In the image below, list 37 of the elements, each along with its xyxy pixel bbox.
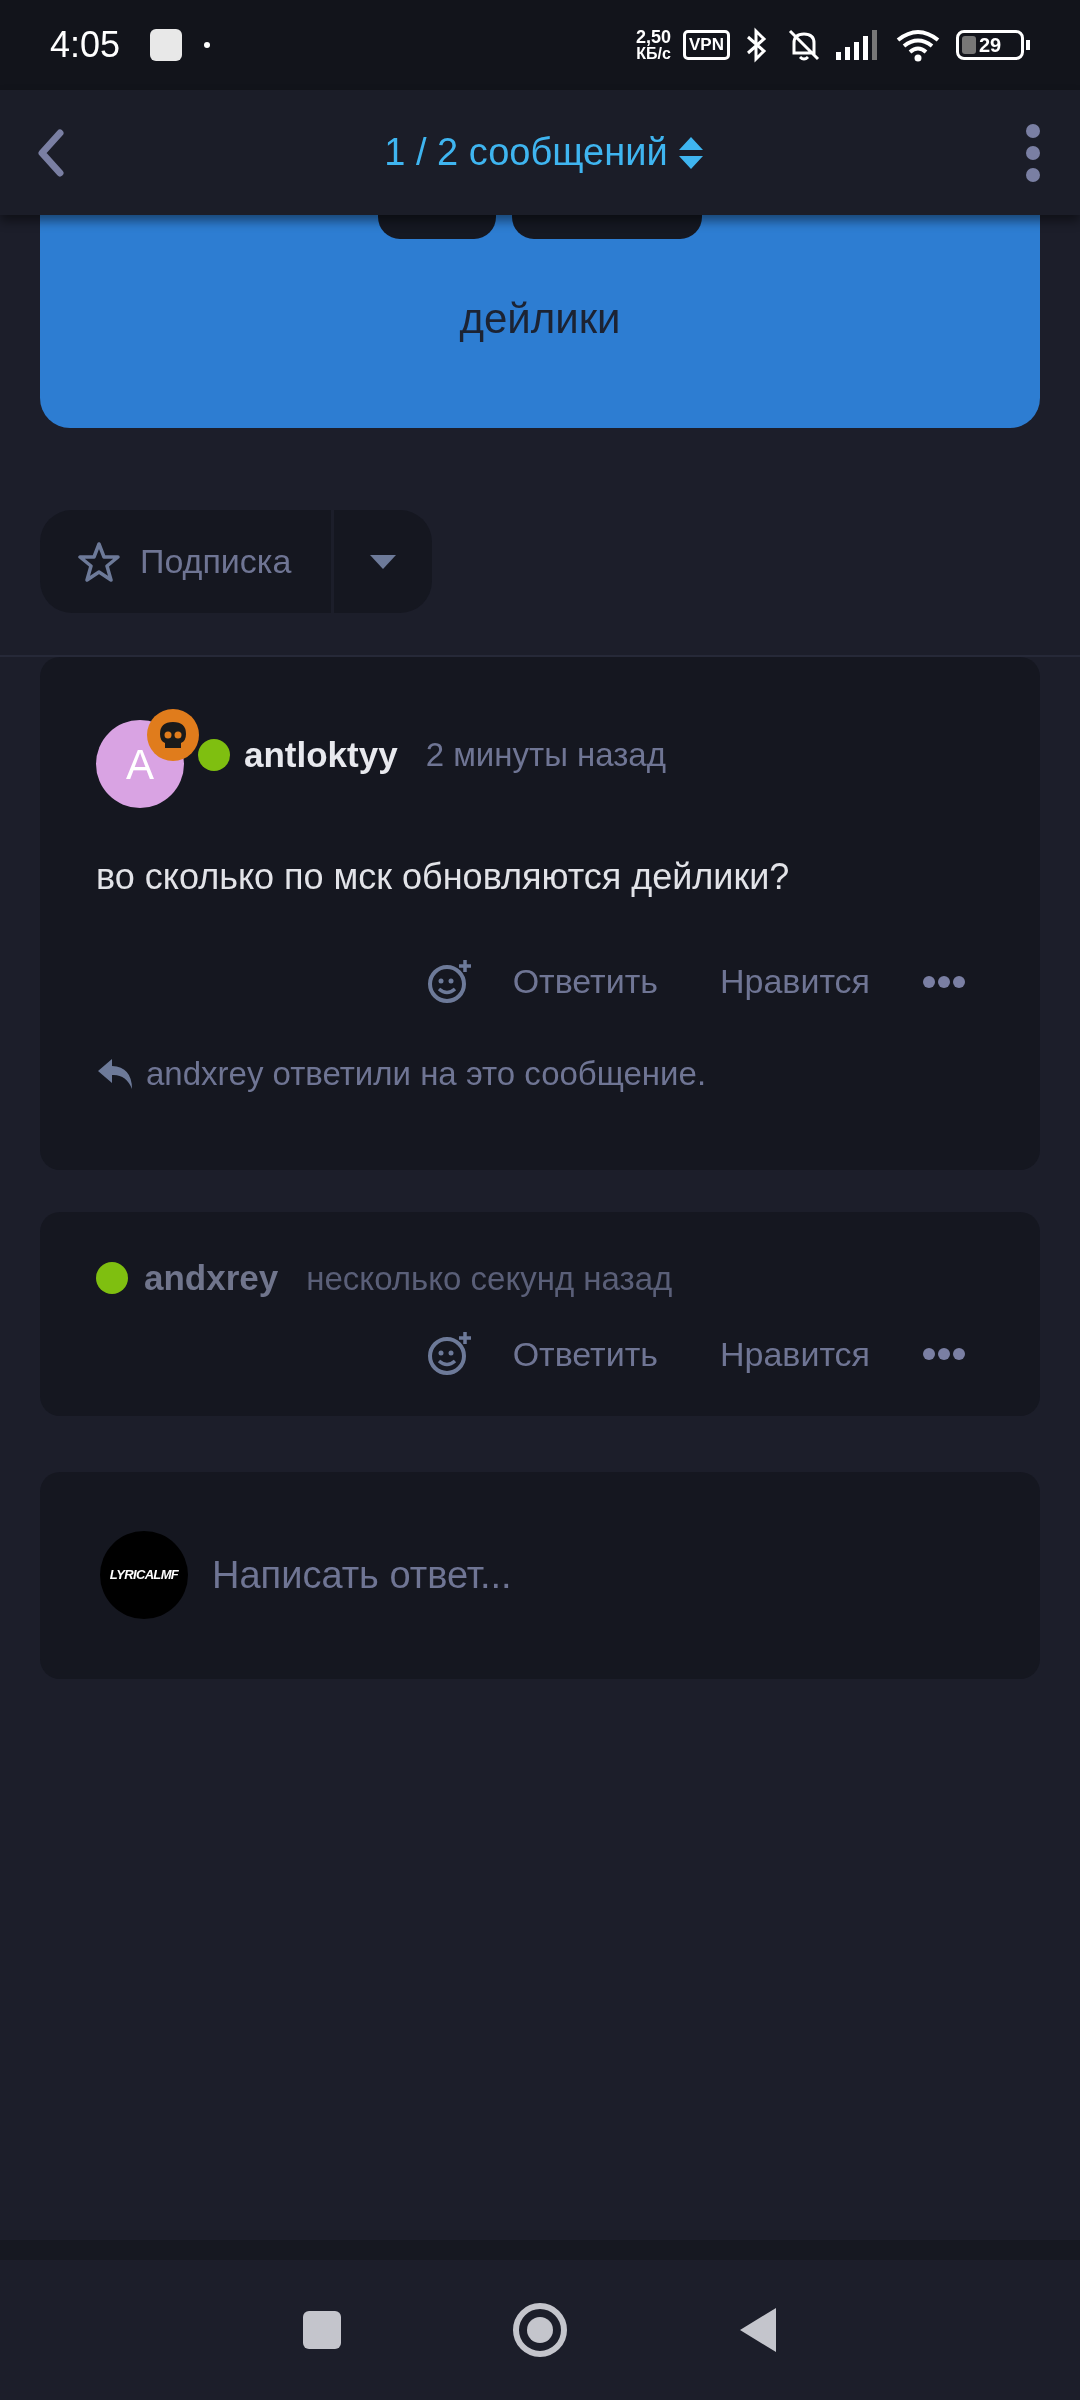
battery-indicator: 29: [956, 30, 1024, 60]
more-icon[interactable]: [922, 1347, 966, 1361]
more-vertical-icon[interactable]: [1024, 122, 1042, 183]
like-button[interactable]: Нравится: [719, 956, 870, 1007]
add-reaction-icon[interactable]: [426, 1331, 473, 1377]
star-icon: [78, 540, 120, 583]
subscribe-button[interactable]: Подписка: [40, 510, 332, 613]
tag-chip[interactable]: [378, 214, 496, 239]
reply-input[interactable]: Написать ответ...: [212, 1546, 980, 1604]
bell-off-icon: [786, 27, 822, 63]
message-counter-dropdown[interactable]: 1 / 2 сообщений: [384, 124, 704, 181]
network-speed: 2,50: [636, 28, 672, 46]
recent-apps-icon[interactable]: [302, 2310, 342, 2350]
user-avatar[interactable]: LYRICALMF: [100, 1531, 188, 1619]
like-button[interactable]: Нравится: [719, 1328, 870, 1380]
thread-title: дейлики: [459, 294, 621, 344]
vpn-indicator: VPN: [683, 30, 730, 60]
post-time: 2 минуты назад: [425, 735, 666, 776]
back-icon[interactable]: [38, 128, 64, 177]
reply-button[interactable]: Ответить: [512, 1328, 658, 1380]
author-name[interactable]: antloktyy: [244, 728, 398, 782]
signal-icon: [836, 30, 880, 60]
more-icon[interactable]: [922, 974, 966, 989]
post-body: во сколько по мск обновляются дейлики?: [96, 855, 791, 899]
add-reaction-icon[interactable]: [426, 958, 473, 1005]
wifi-icon: [896, 28, 940, 62]
tag-chip[interactable]: [512, 214, 702, 239]
back-nav-icon[interactable]: [738, 2306, 778, 2354]
network-speed-unit: КБ/с: [636, 46, 671, 62]
replies-note[interactable]: andxrey ответили на это сообщение.: [146, 1049, 707, 1099]
caret-icon: [369, 553, 398, 570]
post-time: несколько секунд назад: [306, 1258, 673, 1299]
home-icon[interactable]: [512, 2302, 568, 2358]
author-name[interactable]: andxrey: [144, 1252, 279, 1305]
clock: 4:05: [50, 23, 121, 67]
reply-button[interactable]: Ответить: [512, 956, 658, 1007]
app-notification-icon: [150, 29, 183, 61]
